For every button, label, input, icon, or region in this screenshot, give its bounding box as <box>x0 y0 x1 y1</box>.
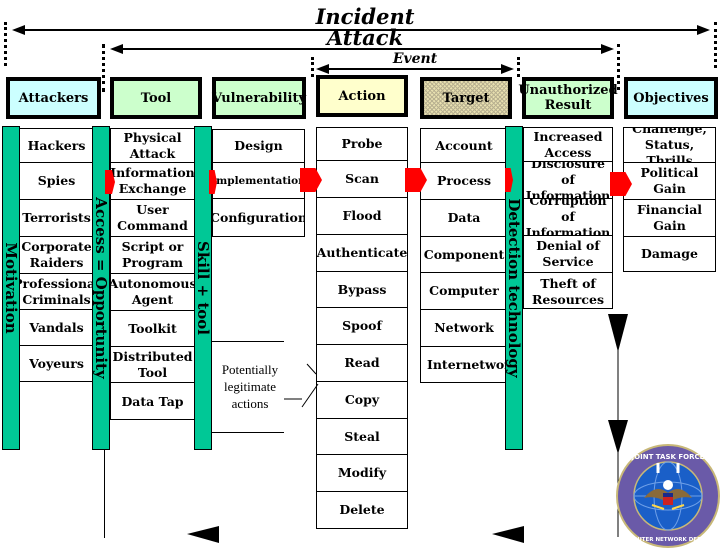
note-line: actions <box>231 396 269 411</box>
target-item: Computer <box>421 273 507 310</box>
tool-item: Data Tap <box>121 394 184 409</box>
connector-line <box>104 450 105 538</box>
action-item: Bypass <box>317 272 407 308</box>
tool-item: Distributed Tool <box>111 347 194 383</box>
access-opportunity-label: Access = Opportunity <box>92 197 110 379</box>
target-item: Data <box>421 200 507 237</box>
motivation-bar: Motivation <box>2 126 20 450</box>
action-item: Scan <box>317 161 407 198</box>
motivation-label: Motivation <box>2 242 20 334</box>
attack-label: Attack <box>326 25 404 50</box>
event-start-marker <box>311 57 314 77</box>
target-list: Account Process Data Component Computer … <box>420 128 508 383</box>
incident-start-marker <box>4 22 7 66</box>
attacker-item: Spies <box>20 163 93 200</box>
objective-item: Financial Gain <box>624 200 715 237</box>
note-line: Potentially <box>221 362 279 377</box>
action-list: Probe Scan Flood Authenticate Bypass Spo… <box>316 127 408 529</box>
down-arrowhead-icon <box>608 314 628 352</box>
note-bottom-rule <box>212 432 284 433</box>
objective-item: Challenge, Status, Thrills <box>624 128 715 163</box>
header-unauthorized-result: Unauthorized Result <box>518 77 618 119</box>
attacker-item: Corporate Raiders <box>20 237 93 274</box>
action-item: Authenticate <box>317 235 407 272</box>
header-attackers: Attackers <box>6 77 101 119</box>
objective-item: Damage <box>641 246 698 261</box>
jtf-cnd-seal-icon: JOINT TASK FORCE COMPUTER NETWORK DEFENS… <box>616 444 720 548</box>
header-action: Action <box>316 75 408 117</box>
attacker-item: Terrorists <box>20 200 93 237</box>
action-item: Probe <box>317 128 407 161</box>
objectives-list: Challenge, Status, Thrills Political Gai… <box>623 127 716 272</box>
target-item: Process <box>421 163 507 200</box>
objective-item: Political Gain <box>624 163 715 200</box>
note-top-rule <box>212 341 284 342</box>
note-line: legitimate <box>224 379 276 394</box>
action-item: Steal <box>317 419 407 455</box>
event-end-marker <box>517 57 520 77</box>
target-item: Account <box>421 129 507 163</box>
vulnerability-item: Design <box>213 130 304 163</box>
attacker-item: Hackers <box>20 129 93 163</box>
incident-end-marker <box>714 22 717 68</box>
action-item: Copy <box>317 382 407 419</box>
attacker-item: Vandals <box>20 310 93 346</box>
tool-item: Physical Attack <box>111 129 194 163</box>
vulnerability-item: Implementation <box>213 163 304 199</box>
target-item: Component <box>421 237 507 273</box>
tool-item: Script or Program <box>111 237 194 274</box>
header-vulnerability: Vulnerability <box>212 77 306 119</box>
legitimate-actions-note: Potentially legitimate actions <box>212 361 288 412</box>
tool-item: Toolkit <box>111 311 194 347</box>
left-arrowhead-icon <box>187 526 219 543</box>
action-item: Spoof <box>317 308 407 345</box>
result-list: Increased Access Disclosure of Informati… <box>523 127 613 309</box>
tool-item: Autonomous Agent <box>111 274 194 311</box>
event-label: Event <box>392 51 438 67</box>
result-item: Increased Access <box>524 128 612 162</box>
header-objectives: Objectives <box>624 77 718 119</box>
attacker-item: Professional Criminals <box>20 274 93 310</box>
tool-list: Physical Attack Information Exchange Use… <box>110 128 195 420</box>
attacker-item: Voyeurs <box>29 356 84 371</box>
action-item: Flood <box>317 198 407 235</box>
result-item: Denial of Service <box>524 236 612 273</box>
note-bracket <box>284 363 319 408</box>
target-item: Network <box>421 310 507 347</box>
target-item: Internetwork <box>427 357 507 372</box>
action-item: Read <box>317 345 407 382</box>
attack-start-marker <box>102 44 105 92</box>
seal-bottom-text: COMPUTER NETWORK DEFENSE <box>619 537 717 543</box>
action-item: Modify <box>317 455 407 492</box>
header-target: Target <box>420 77 512 119</box>
detection-technology-label: Detection technology <box>505 198 523 378</box>
result-item: Theft of Resources <box>532 275 604 307</box>
vulnerability-item: Configuration <box>213 209 304 225</box>
vulnerability-list: Design Implementation Configuration <box>212 129 305 237</box>
action-item: Delete <box>339 502 385 517</box>
skill-tool-label: Skill + tool <box>194 241 212 335</box>
result-item: Disclosure of Information <box>524 162 612 199</box>
header-tool: Tool <box>110 77 202 119</box>
left-arrowhead-icon <box>492 526 524 543</box>
attackers-list: Hackers Spies Terrorists Corporate Raide… <box>19 128 94 382</box>
result-item: Corruption of Information <box>524 199 612 236</box>
seal-top-text: JOINT TASK FORCE <box>631 453 705 461</box>
tool-item: User Command <box>111 200 194 237</box>
tool-item: Information Exchange <box>111 163 194 200</box>
